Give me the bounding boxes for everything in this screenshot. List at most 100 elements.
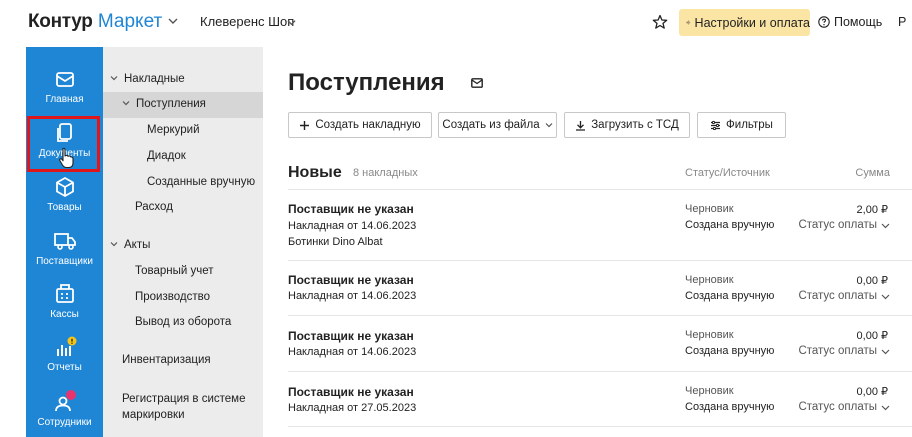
row-status: Черновик — [685, 274, 734, 286]
upload-tsd-button[interactable]: Загрузить с ТСД — [564, 112, 690, 138]
logo[interactable]: Контур Маркет — [28, 11, 162, 33]
sidebar-label: Поступления — [136, 98, 206, 110]
column-header-status: Статус/Источник — [685, 167, 770, 179]
nav-item-reports[interactable]: Отчеты — [26, 336, 103, 373]
chevron-down-icon — [545, 123, 553, 128]
button-label: Фильтры — [726, 119, 773, 131]
sidebar-item-registratsiya-line2[interactable]: маркировки — [122, 409, 185, 421]
box-icon — [55, 177, 74, 197]
star-icon[interactable] — [652, 14, 668, 30]
button-label: Загрузить с ТСД — [591, 119, 679, 131]
page-title: Поступления — [288, 69, 445, 96]
filter-icon — [711, 120, 721, 130]
sidebar-item-registratsiya[interactable]: Регистрация в системе — [122, 393, 246, 405]
payment-label: Статус оплаты — [798, 401, 877, 413]
nav-label: Отчеты — [47, 362, 82, 373]
row-supplier: Поставщик не указан — [288, 273, 414, 287]
help-icon — [818, 16, 830, 28]
row-payment-status-dropdown[interactable]: Статус оплаты — [798, 345, 890, 357]
settings-label: Настройки и оплата — [694, 15, 810, 30]
nav-label: Сотрудники — [37, 417, 92, 428]
row-payment-status-dropdown[interactable]: Статус оплаты — [798, 290, 890, 302]
chevron-down-icon — [881, 294, 890, 299]
divider — [288, 260, 912, 261]
sidebar-item-nakladnye[interactable]: Накладные — [110, 73, 185, 85]
section-title: Новые — [288, 164, 342, 181]
sidebar-item-merkuriy[interactable]: Меркурий — [147, 124, 200, 136]
sidebar-label: Акты — [124, 239, 151, 251]
org-selector[interactable]: Клеверенс Шоп — [200, 14, 294, 29]
home-icon — [55, 72, 74, 87]
logo-part2: Маркет — [97, 11, 163, 32]
mail-icon[interactable] — [471, 78, 483, 88]
row-status: Черновик — [685, 203, 734, 215]
row-note: Ботинки Dino Albat — [288, 236, 383, 248]
help-label: Помощь — [834, 15, 883, 29]
row-source: Создана вручную — [685, 345, 775, 357]
sidebar-item-tovarny-uchet[interactable]: Товарный учет — [135, 265, 214, 277]
hand-cursor-icon — [59, 147, 74, 169]
button-label: Создать из файла — [442, 119, 540, 131]
nav-label: Товары — [47, 202, 82, 213]
nav-item-employees[interactable]: Сотрудники — [26, 389, 103, 428]
row-payment-status-dropdown[interactable]: Статус оплаты — [798, 219, 890, 231]
create-from-file-button[interactable]: Создать из файла — [438, 112, 557, 138]
sidebar-item-akty[interactable]: Акты — [110, 239, 150, 251]
divider — [288, 315, 912, 316]
chevron-down-icon — [881, 349, 890, 354]
payment-label: Статус оплаты — [798, 290, 877, 302]
logo-part1: Контур — [28, 11, 93, 32]
nav-item-registers[interactable]: Кассы — [26, 283, 103, 320]
sidebar-item-inventarizatsiya[interactable]: Инвентаризация — [122, 354, 211, 366]
divider — [288, 426, 912, 427]
sidebar-label: Накладные — [124, 73, 185, 85]
column-header-sum: Сумма — [855, 167, 890, 179]
section-count: 8 накладных — [353, 167, 418, 179]
chevron-down-icon[interactable] — [287, 18, 296, 27]
row-source: Создана вручную — [685, 401, 775, 413]
chevron-down-icon — [110, 242, 118, 247]
sidebar-item-vyvod[interactable]: Вывод из оборота — [135, 316, 231, 328]
payment-label: Статус оплаты — [798, 345, 877, 357]
nav-label: Кассы — [50, 309, 79, 320]
chevron-down-icon — [881, 223, 890, 228]
row-document: Накладная от 27.05.2023 — [288, 402, 417, 414]
row-supplier: Поставщик не указан — [288, 385, 414, 399]
gear-icon — [686, 20, 691, 25]
row-sum: 0,00 ₽ — [856, 330, 888, 342]
chevron-down-icon[interactable] — [168, 16, 178, 26]
sidebar-label: Регистрация в системе — [122, 393, 246, 405]
download-icon — [576, 120, 586, 131]
sidebar-item-created-manual[interactable]: Созданные вручную — [147, 176, 255, 188]
nav-item-goods[interactable]: Товары — [26, 176, 103, 213]
chevron-down-icon — [110, 76, 118, 81]
row-document: Накладная от 14.06.2023 — [288, 220, 417, 232]
truck-icon — [53, 233, 76, 250]
payment-label: Статус оплаты — [798, 219, 877, 231]
nav-item-home[interactable]: Главная — [26, 68, 103, 105]
row-status: Черновик — [685, 329, 734, 341]
row-document: Накладная от 14.06.2023 — [288, 346, 417, 358]
row-supplier: Поставщик не указан — [288, 329, 414, 343]
create-invoice-button[interactable]: Создать накладную — [288, 112, 432, 138]
sidebar-item-diadok[interactable]: Диадок — [147, 150, 186, 162]
nav-label: Поставщики — [36, 256, 93, 267]
sidebar-item-postupleniya[interactable]: Поступления — [122, 98, 206, 110]
user-menu[interactable]: Р — [898, 15, 906, 29]
row-document: Накладная от 14.06.2023 — [288, 290, 417, 302]
sidebar-item-proizvodstvo[interactable]: Производство — [135, 291, 210, 303]
chart-icon — [56, 336, 76, 356]
filters-button[interactable]: Фильтры — [697, 112, 786, 138]
row-source: Создана вручную — [685, 290, 775, 302]
nav-item-suppliers[interactable]: Поставщики — [26, 230, 103, 267]
nav-label: Главная — [45, 94, 84, 105]
plus-icon — [300, 120, 310, 130]
top-bar: Контур Маркет Клеверенс Шоп Настройки и … — [0, 0, 912, 44]
row-sum: 2,00 ₽ — [856, 204, 888, 216]
chevron-down-icon — [122, 101, 130, 106]
row-source: Создана вручную — [685, 219, 775, 231]
settings-and-payment-button[interactable]: Настройки и оплата — [679, 9, 810, 36]
help-button[interactable]: Помощь — [818, 15, 882, 29]
sidebar-item-rashod[interactable]: Расход — [135, 201, 173, 213]
row-payment-status-dropdown[interactable]: Статус оплаты — [798, 401, 890, 413]
